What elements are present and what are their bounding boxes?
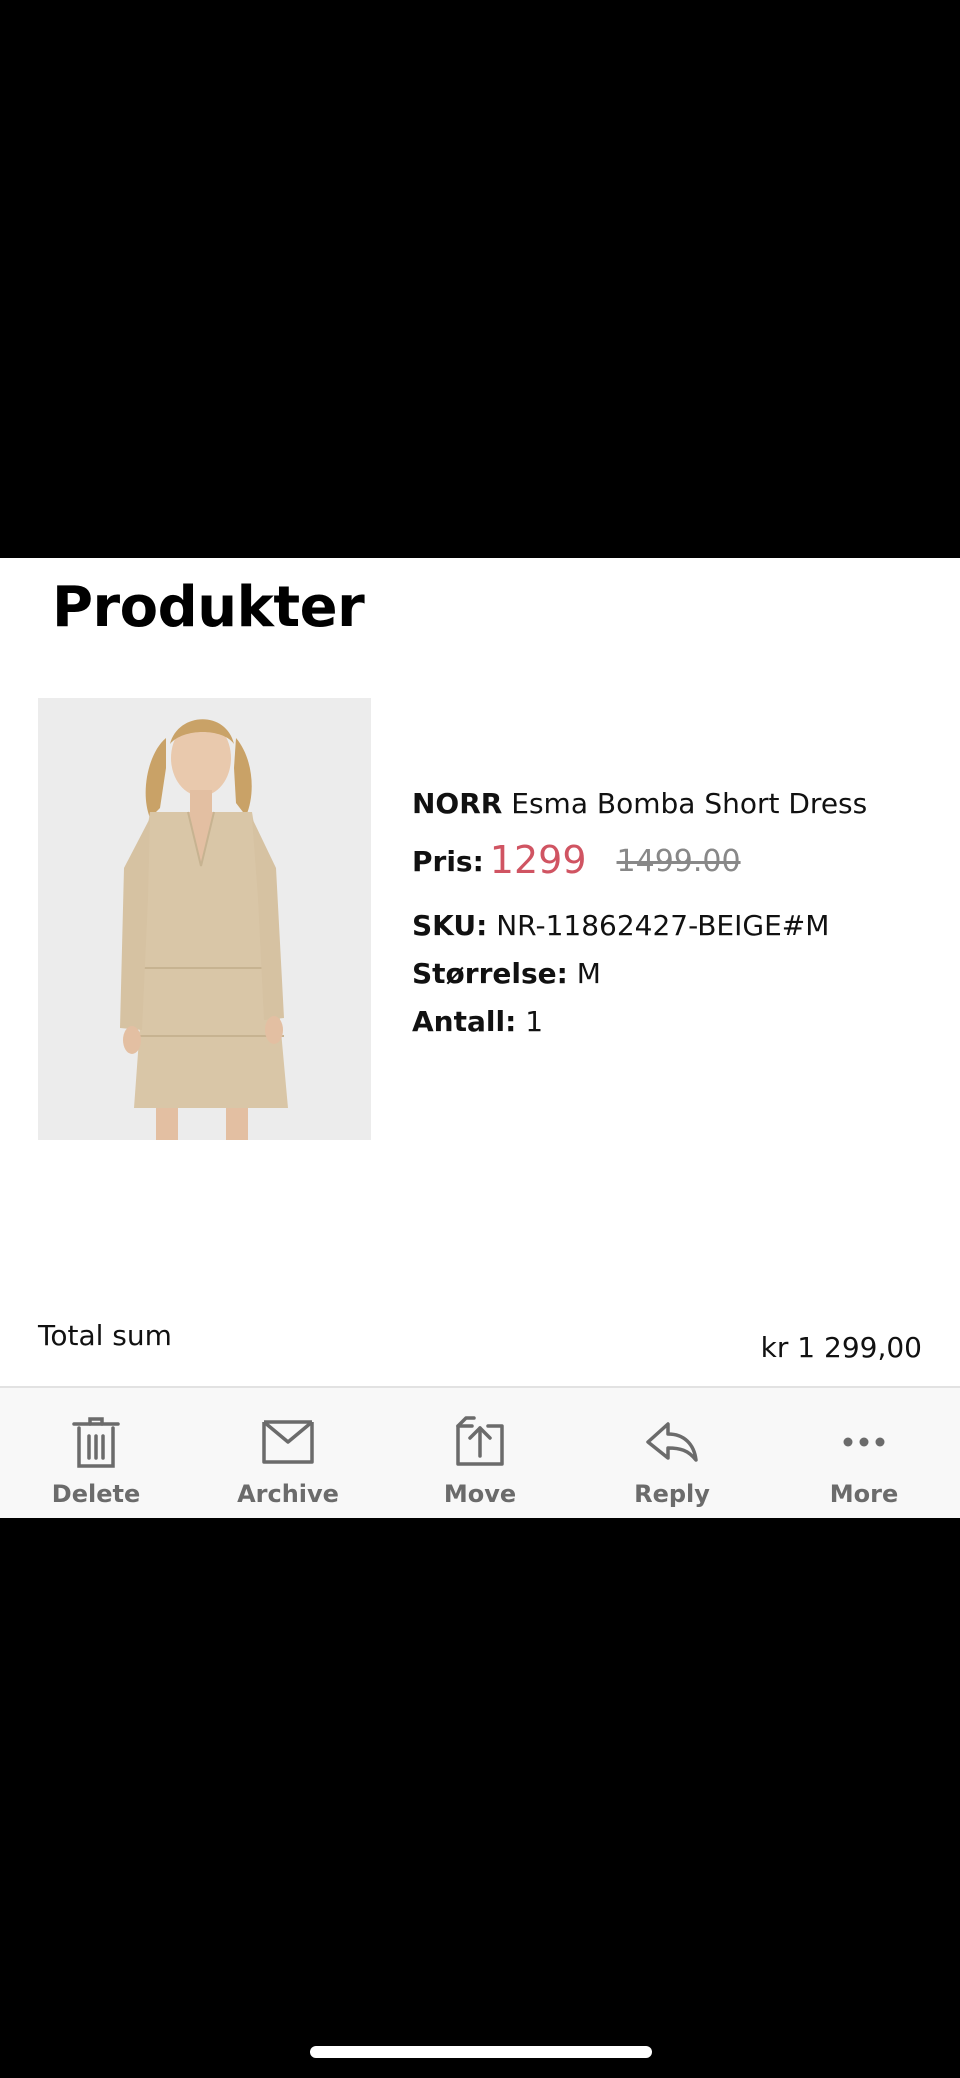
top-letterbox: [0, 0, 960, 558]
delete-label: Delete: [51, 1480, 141, 1508]
reply-button[interactable]: Reply: [576, 1388, 768, 1520]
size-label: Størrelse:: [412, 957, 568, 990]
product-name: Esma Bomba Short Dress: [511, 787, 868, 820]
move-label: Move: [443, 1480, 517, 1508]
original-price: 1499.00: [616, 844, 741, 879]
reply-icon: [646, 1422, 698, 1462]
product-image[interactable]: [38, 698, 371, 1140]
move-button[interactable]: Move: [384, 1388, 576, 1520]
page-title: Produkter: [52, 575, 365, 640]
product-brand: NORR: [412, 787, 503, 820]
size-row: Størrelse: M: [412, 956, 601, 992]
archive-icon: [262, 1420, 314, 1464]
size-value: M: [576, 957, 601, 990]
reply-label: Reply: [634, 1480, 710, 1508]
quantity-value: 1: [525, 1005, 544, 1038]
dress-illustration: [38, 698, 371, 1140]
total-value: kr 1 299,00: [760, 1331, 922, 1364]
more-icon: [843, 1437, 885, 1447]
total-label: Total sum: [38, 1319, 172, 1352]
bottom-letterbox: [0, 1518, 960, 2078]
archive-button[interactable]: Archive: [192, 1388, 384, 1520]
quantity-label: Antall:: [412, 1005, 517, 1038]
archive-label: Archive: [237, 1480, 339, 1508]
price-row: Pris: 1299 1499.00: [412, 841, 741, 880]
sku-value: NR-11862427-BEIGE#M: [496, 909, 830, 942]
product-title[interactable]: NORR Esma Bomba Short Dress: [412, 786, 867, 822]
price-label: Pris:: [412, 845, 484, 878]
more-button[interactable]: More: [768, 1388, 960, 1520]
quantity-row: Antall: 1: [412, 1004, 543, 1040]
mail-toolbar: Delete Archive Move Reply More: [0, 1386, 960, 1520]
more-label: More: [829, 1480, 899, 1508]
trash-icon: [72, 1417, 120, 1468]
sku-row: SKU: NR-11862427-BEIGE#M: [412, 908, 829, 944]
home-indicator[interactable]: [310, 2046, 652, 2058]
move-icon: [456, 1416, 504, 1466]
sale-price: 1299: [489, 838, 587, 882]
delete-button[interactable]: Delete: [0, 1388, 192, 1520]
sku-label: SKU:: [412, 909, 488, 942]
